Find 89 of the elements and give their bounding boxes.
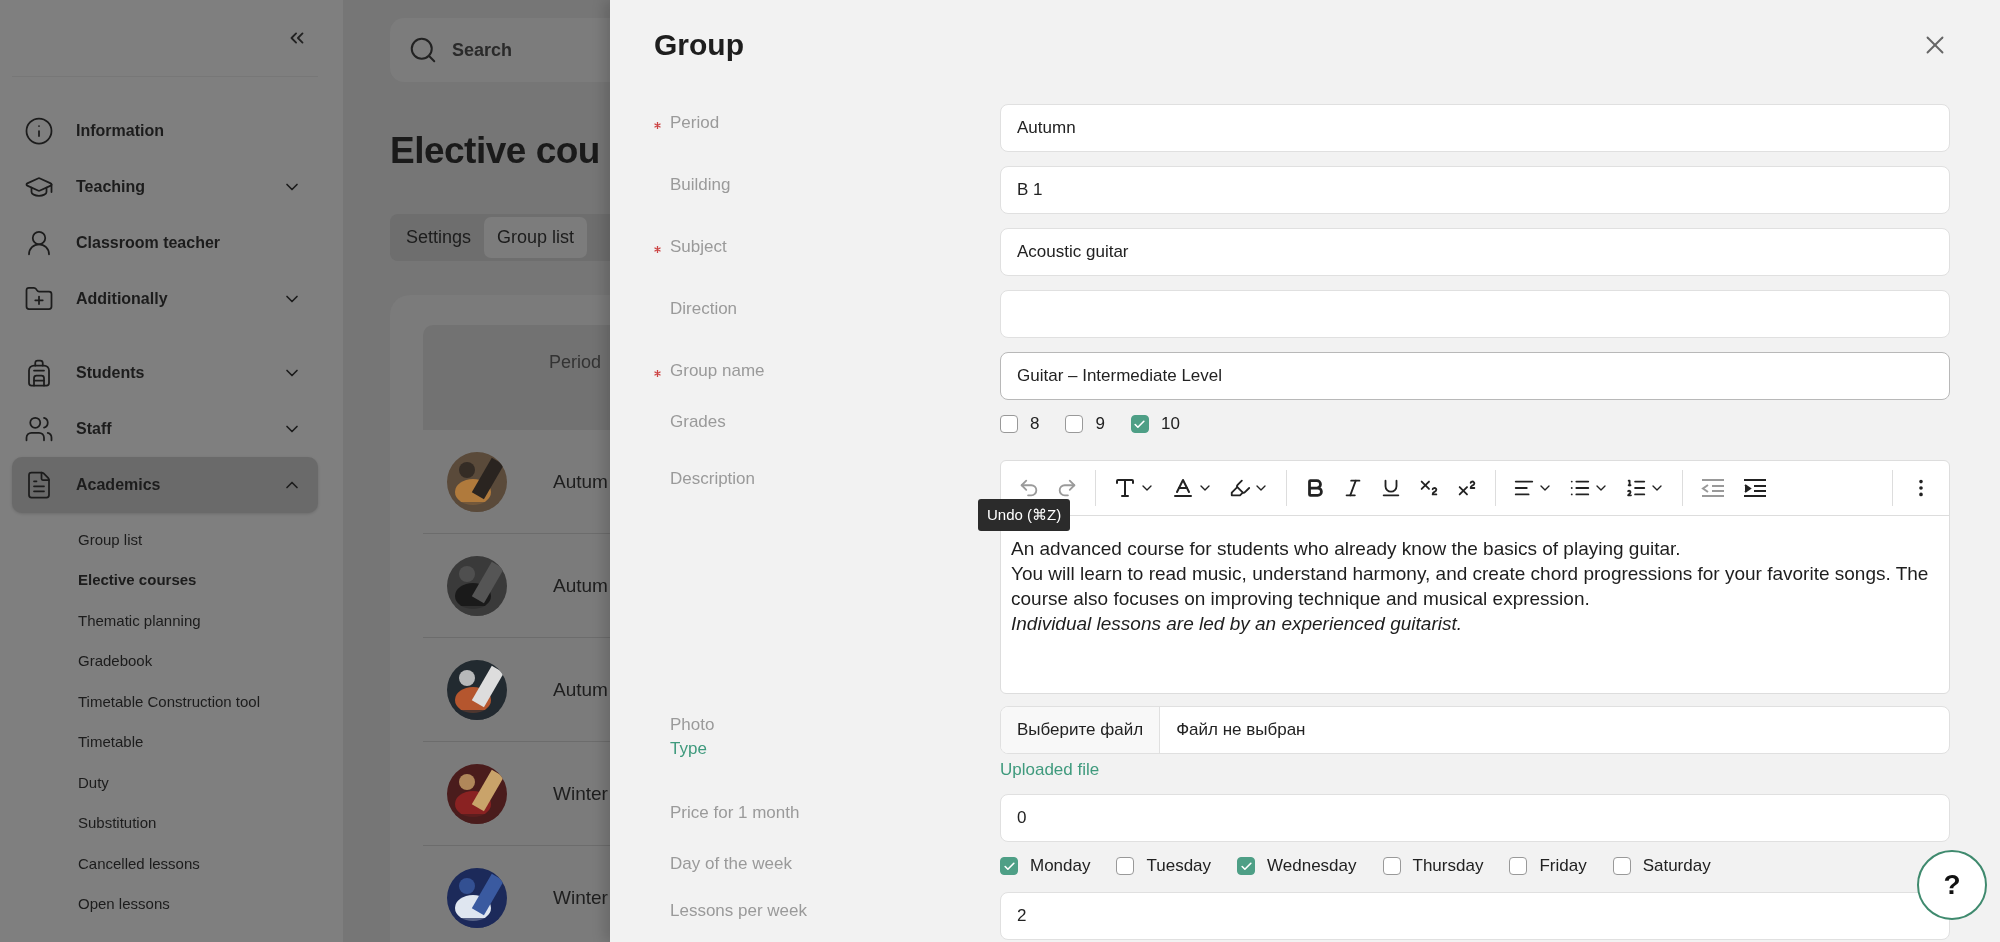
description-paragraph: An advanced course for students who already know the basics of playing guitar.: [1011, 537, 1682, 561]
field-label: Photo: [670, 715, 715, 735]
field-label: Subject: [670, 237, 727, 257]
required-asterisk-icon: [654, 121, 661, 129]
undo-icon[interactable]: [1018, 477, 1040, 499]
text-field[interactable]: Guitar – Intermediate Level: [1000, 352, 1950, 400]
checkbox-label: 10: [1160, 414, 1180, 434]
text-field[interactable]: 0: [1000, 794, 1950, 842]
sidebar-item[interactable]: Academics: [12, 457, 318, 513]
indent-icon[interactable]: [1742, 477, 1768, 499]
redo-icon[interactable]: [1056, 477, 1078, 499]
sidebar-subitem[interactable]: Timetable Construction tool: [78, 681, 318, 722]
sidebar-subitem[interactable]: Timetable: [78, 721, 318, 762]
font-color-icon[interactable]: [1171, 476, 1195, 500]
choose-file-button[interactable]: Выберите файл: [1001, 707, 1161, 753]
checkbox[interactable]: [1116, 857, 1135, 875]
underline-icon[interactable]: [1380, 477, 1402, 499]
check-icon: [1002, 859, 1016, 873]
drawer-title: Group: [654, 28, 744, 62]
sidebar-item[interactable]: Additionally: [12, 271, 318, 327]
checkbox[interactable]: [1130, 415, 1149, 433]
sidebar-item[interactable]: Information: [12, 103, 318, 159]
highlight-icon[interactable]: [1229, 477, 1251, 499]
tab[interactable]: Settings: [393, 217, 485, 258]
search-icon: [408, 35, 438, 65]
numbered-list-icon[interactable]: [1625, 477, 1647, 499]
checkbox-label: 9: [1095, 414, 1105, 434]
sidebar-subitem[interactable]: Open lessons: [78, 883, 318, 924]
checkbox-label: Tuesday: [1146, 856, 1212, 876]
type-link[interactable]: Type: [654, 739, 1000, 759]
field-label: Price for 1 month: [670, 803, 800, 823]
description-paragraph: Individual lessons are led by an experienced guitarist.: [1011, 612, 1463, 636]
sidebar-item[interactable]: Students: [12, 345, 318, 401]
checkbox[interactable]: [1237, 857, 1256, 875]
checkbox-label: Saturday: [1642, 856, 1711, 876]
checkbox[interactable]: [1382, 857, 1401, 875]
sidebar-subitem[interactable]: Cancelled lessons: [78, 843, 318, 884]
field-label: Period: [670, 113, 720, 133]
checkbox-label: Wednesday: [1267, 856, 1357, 876]
table-cell: Winter: [553, 782, 608, 805]
sidebar-item[interactable]: Classroom teacher: [12, 215, 318, 271]
field-label: Description: [670, 469, 756, 489]
help-button[interactable]: ?: [1917, 850, 1987, 920]
field-label: Direction: [670, 299, 738, 319]
outdent-icon[interactable]: [1700, 477, 1726, 499]
text-field[interactable]: 2: [1000, 892, 1950, 940]
table-cell: Autum: [553, 678, 608, 701]
field-label: Building: [670, 175, 731, 195]
text-field[interactable]: Autumn: [1000, 104, 1950, 152]
sidebar-subitem[interactable]: Group list: [78, 519, 318, 560]
table-cell: Autum: [553, 470, 608, 493]
checkbox-label: Friday: [1539, 856, 1587, 876]
required-asterisk-icon: [654, 245, 661, 253]
tab[interactable]: Group list: [484, 217, 588, 258]
sidebar-subitem[interactable]: Substitution: [78, 802, 318, 843]
checkbox[interactable]: [1612, 857, 1631, 875]
search-field[interactable]: Search: [390, 18, 610, 82]
field-label: Grades: [670, 412, 726, 432]
text-field[interactable]: [1000, 290, 1950, 338]
field-label: Group name: [670, 361, 765, 381]
check-icon: [1133, 417, 1147, 431]
checkbox[interactable]: [1065, 415, 1084, 433]
table-cell: Winter: [553, 886, 608, 909]
sidebar-subitem[interactable]: Duty: [78, 762, 318, 803]
checkbox[interactable]: [1509, 857, 1528, 875]
description-paragraph: You will learn to read music, understand harmony, and create chord progressions for your favorite songs. The course also focuses on improving technique and musical expression.: [1011, 562, 1930, 611]
checkbox[interactable]: [1000, 415, 1018, 433]
required-asterisk-icon: [654, 369, 661, 377]
page-title: Elective cou: [390, 130, 601, 172]
file-status: Файл не выбран: [1175, 720, 1306, 740]
checkbox-label: 8: [1030, 414, 1040, 434]
sidebar-item[interactable]: Teaching: [12, 159, 318, 215]
checkbox-label: Monday: [1030, 856, 1091, 876]
check-icon: [1239, 859, 1253, 873]
column-header: Period: [549, 352, 602, 372]
checkbox-label: Thursday: [1412, 856, 1484, 876]
field-label: Day of the week: [670, 854, 792, 874]
sidebar-item[interactable]: Staff: [12, 401, 318, 457]
sidebar-subitem[interactable]: Thematic planning: [78, 600, 318, 641]
sidebar-subitem[interactable]: Elective courses: [78, 559, 318, 600]
checkbox[interactable]: [1000, 857, 1018, 875]
text-field[interactable]: B 1: [1000, 166, 1950, 214]
table-cell: Autum: [553, 574, 608, 597]
field-label: Lessons per week: [670, 901, 808, 921]
font-size-icon[interactable]: [1113, 476, 1137, 500]
text-field[interactable]: Acoustic guitar: [1000, 228, 1950, 276]
tooltip: Undo (⌘Z): [978, 499, 1071, 531]
sidebar-subitem[interactable]: Gradebook: [78, 640, 318, 681]
uploaded-file-link[interactable]: Uploaded file: [1000, 760, 1100, 780]
